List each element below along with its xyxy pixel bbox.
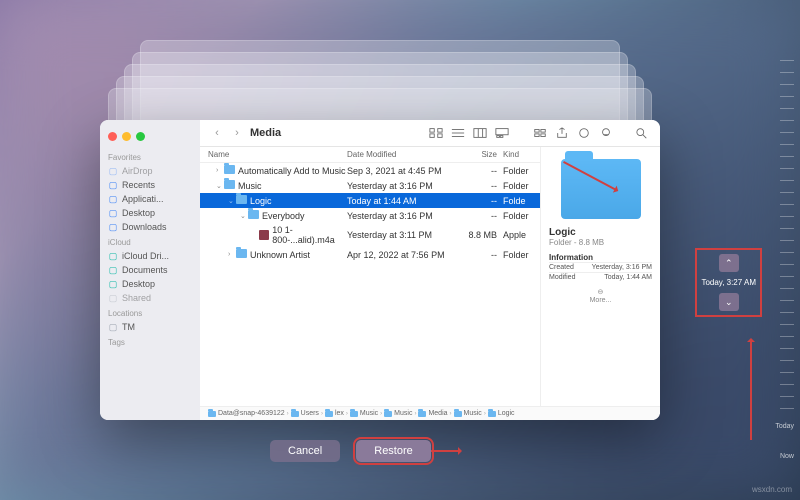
- finder-window: Favorites ▢AirDrop▢Recents▢Applicati...▢…: [100, 120, 660, 420]
- path-segment[interactable]: Music: [454, 410, 482, 417]
- view-column-icon[interactable]: [472, 126, 488, 140]
- search-icon[interactable]: [634, 126, 650, 140]
- preview-modified-key: Modified: [549, 274, 575, 281]
- view-gallery-icon[interactable]: [494, 126, 510, 140]
- group-icon[interactable]: [532, 126, 548, 140]
- main-pane: ‹ › Media Name Date Modified Size Kind: [200, 120, 660, 420]
- path-bar[interactable]: Data@snap-4639122›Users›lex›Music›Music›…: [200, 406, 660, 420]
- tag-icon[interactable]: [576, 126, 592, 140]
- col-name[interactable]: Name: [208, 150, 347, 159]
- path-segment[interactable]: Data@snap-4639122: [208, 410, 285, 417]
- sidebar-item[interactable]: ▢Recents: [106, 178, 194, 192]
- share-icon[interactable]: [554, 126, 570, 140]
- close-button[interactable]: [108, 132, 117, 141]
- view-icon-icon[interactable]: [428, 126, 444, 140]
- annotation-arrow: [750, 340, 752, 440]
- sidebar-heading-locations: Locations: [108, 309, 192, 318]
- sidebar-heading-icloud: iCloud: [108, 238, 192, 247]
- window-title: Media: [250, 127, 281, 139]
- watermark: wsxdn.com: [752, 485, 792, 494]
- maximize-button[interactable]: [136, 132, 145, 141]
- preview-modified-val: Today, 1:44 AM: [604, 274, 652, 281]
- sidebar-item[interactable]: ▢Shared: [106, 291, 194, 305]
- col-date[interactable]: Date Modified: [347, 150, 457, 159]
- preview-name: Logic: [549, 227, 576, 238]
- file-list: Name Date Modified Size Kind ›Automatica…: [200, 147, 540, 406]
- path-segment[interactable]: Music: [384, 410, 412, 417]
- timeline-up-button[interactable]: ⌃: [719, 254, 739, 272]
- timeline-nav: ⌃ Today, 3:27 AM ⌄: [697, 250, 760, 315]
- sidebar-heading-tags: Tags: [108, 338, 192, 347]
- action-buttons: Cancel Restore: [270, 440, 431, 462]
- timeline-scale: Today Now: [764, 60, 794, 460]
- file-row[interactable]: ⌄MusicYesterday at 3:16 PM--Folder: [200, 178, 540, 193]
- col-kind[interactable]: Kind: [497, 150, 532, 159]
- sidebar-item[interactable]: ▢Desktop: [106, 206, 194, 220]
- preview-more[interactable]: ⊖More...: [590, 288, 612, 304]
- forward-button[interactable]: ›: [230, 126, 244, 140]
- file-row[interactable]: ⌄LogicToday at 1:44 AM--Folde: [200, 193, 540, 208]
- sidebar-item[interactable]: ▢Desktop: [106, 277, 194, 291]
- view-list-icon[interactable]: [450, 126, 466, 140]
- path-segment[interactable]: Logic: [488, 410, 515, 417]
- file-row[interactable]: ›Automatically Add to MusicSep 3, 2021 a…: [200, 163, 540, 178]
- action-icon[interactable]: [598, 126, 614, 140]
- minimize-button[interactable]: [122, 132, 131, 141]
- preview-info-head: Information: [549, 253, 593, 262]
- path-segment[interactable]: Users: [291, 410, 319, 417]
- sidebar-heading-favorites: Favorites: [108, 153, 192, 162]
- traffic-lights: [106, 128, 194, 149]
- preview-created-val: Yesterday, 3:16 PM: [592, 264, 652, 271]
- file-row[interactable]: ⌄EverybodyYesterday at 3:16 PM--Folder: [200, 208, 540, 223]
- column-headers[interactable]: Name Date Modified Size Kind: [200, 147, 540, 163]
- col-size[interactable]: Size: [457, 150, 497, 159]
- restore-button[interactable]: Restore: [356, 440, 431, 462]
- timeline-timestamp: Today, 3:27 AM: [701, 278, 756, 287]
- preview-pane: Logic Folder - 8.8 MB Information Create…: [540, 147, 660, 406]
- timeline-down-button[interactable]: ⌄: [719, 293, 739, 311]
- sidebar-item[interactable]: ▢Applicati...: [106, 192, 194, 206]
- sidebar-item[interactable]: ▢iCloud Dri...: [106, 249, 194, 263]
- preview-subtitle: Folder - 8.8 MB: [549, 238, 604, 247]
- preview-created-key: Created: [549, 264, 574, 271]
- path-segment[interactable]: Music: [350, 410, 378, 417]
- sidebar-item[interactable]: ▢Downloads: [106, 220, 194, 234]
- file-row[interactable]: 10 1-800-...alid).m4aYesterday at 3:11 P…: [200, 223, 540, 247]
- sidebar-item[interactable]: ▢AirDrop: [106, 164, 194, 178]
- sidebar-item[interactable]: ▢Documents: [106, 263, 194, 277]
- path-segment[interactable]: lex: [325, 410, 344, 417]
- cancel-button[interactable]: Cancel: [270, 440, 340, 462]
- file-row[interactable]: ›Unknown ArtistApr 12, 2022 at 7:56 PM--…: [200, 247, 540, 262]
- back-button[interactable]: ‹: [210, 126, 224, 140]
- sidebar-item[interactable]: ▢TM: [106, 320, 194, 334]
- toolbar: ‹ › Media: [200, 120, 660, 147]
- path-segment[interactable]: Media: [418, 410, 447, 417]
- sidebar: Favorites ▢AirDrop▢Recents▢Applicati...▢…: [100, 120, 200, 420]
